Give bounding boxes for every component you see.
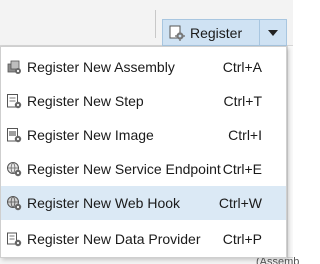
step-icon [7, 94, 22, 109]
menu-item-shortcut: Ctrl+E [222, 161, 262, 177]
web-hook-icon [7, 196, 22, 211]
menu-item-label: Register New Step [27, 93, 144, 109]
menu-item-label: Register New Service Endpoint [27, 161, 221, 177]
toolbar-separator [155, 10, 156, 38]
menu-item-register-new-step[interactable]: Register New Step Ctrl+T [1, 84, 286, 118]
register-button-label: Register [190, 24, 243, 41]
menu-item-shortcut: Ctrl+W [218, 195, 262, 211]
chevron-down-icon [268, 29, 279, 36]
menu-item-label: Register New Data Provider [27, 231, 201, 247]
menu-item-label: Register New Image [27, 127, 154, 143]
toolbar: Register [0, 0, 293, 46]
menu-item-label: Register New Assembly [27, 59, 175, 75]
image-icon [7, 128, 22, 143]
register-button[interactable]: Register [163, 20, 260, 45]
register-plugin-icon [169, 25, 185, 41]
background-panel-edge [287, 46, 293, 264]
menu-item-shortcut: Ctrl+A [222, 59, 262, 75]
menu-item-register-new-image[interactable]: Register New Image Ctrl+I [1, 118, 286, 152]
menu-item-register-new-assembly[interactable]: Register New Assembly Ctrl+A [1, 50, 286, 84]
menu-item-shortcut: Ctrl+P [222, 231, 262, 247]
register-split-button[interactable]: Register [162, 19, 287, 46]
background-tree-row: (Assemb [0, 256, 299, 264]
register-dropdown-menu: Register New Assembly Ctrl+A Register Ne… [0, 46, 287, 258]
menu-item-register-new-web-hook[interactable]: Register New Web Hook Ctrl+W [1, 186, 286, 220]
register-dropdown-toggle[interactable] [259, 20, 286, 45]
menu-item-label: Register New Web Hook [27, 195, 181, 211]
assembly-icon [7, 60, 21, 74]
data-provider-icon [7, 232, 22, 247]
menu-item-shortcut: Ctrl+T [223, 93, 263, 109]
service-endpoint-icon [7, 162, 22, 177]
menu-item-register-new-data-provider[interactable]: Register New Data Provider Ctrl+P [1, 222, 286, 256]
menu-item-register-new-service-endpoint[interactable]: Register New Service Endpoint Ctrl+E [1, 152, 286, 186]
menu-item-shortcut: Ctrl+I [228, 127, 262, 143]
